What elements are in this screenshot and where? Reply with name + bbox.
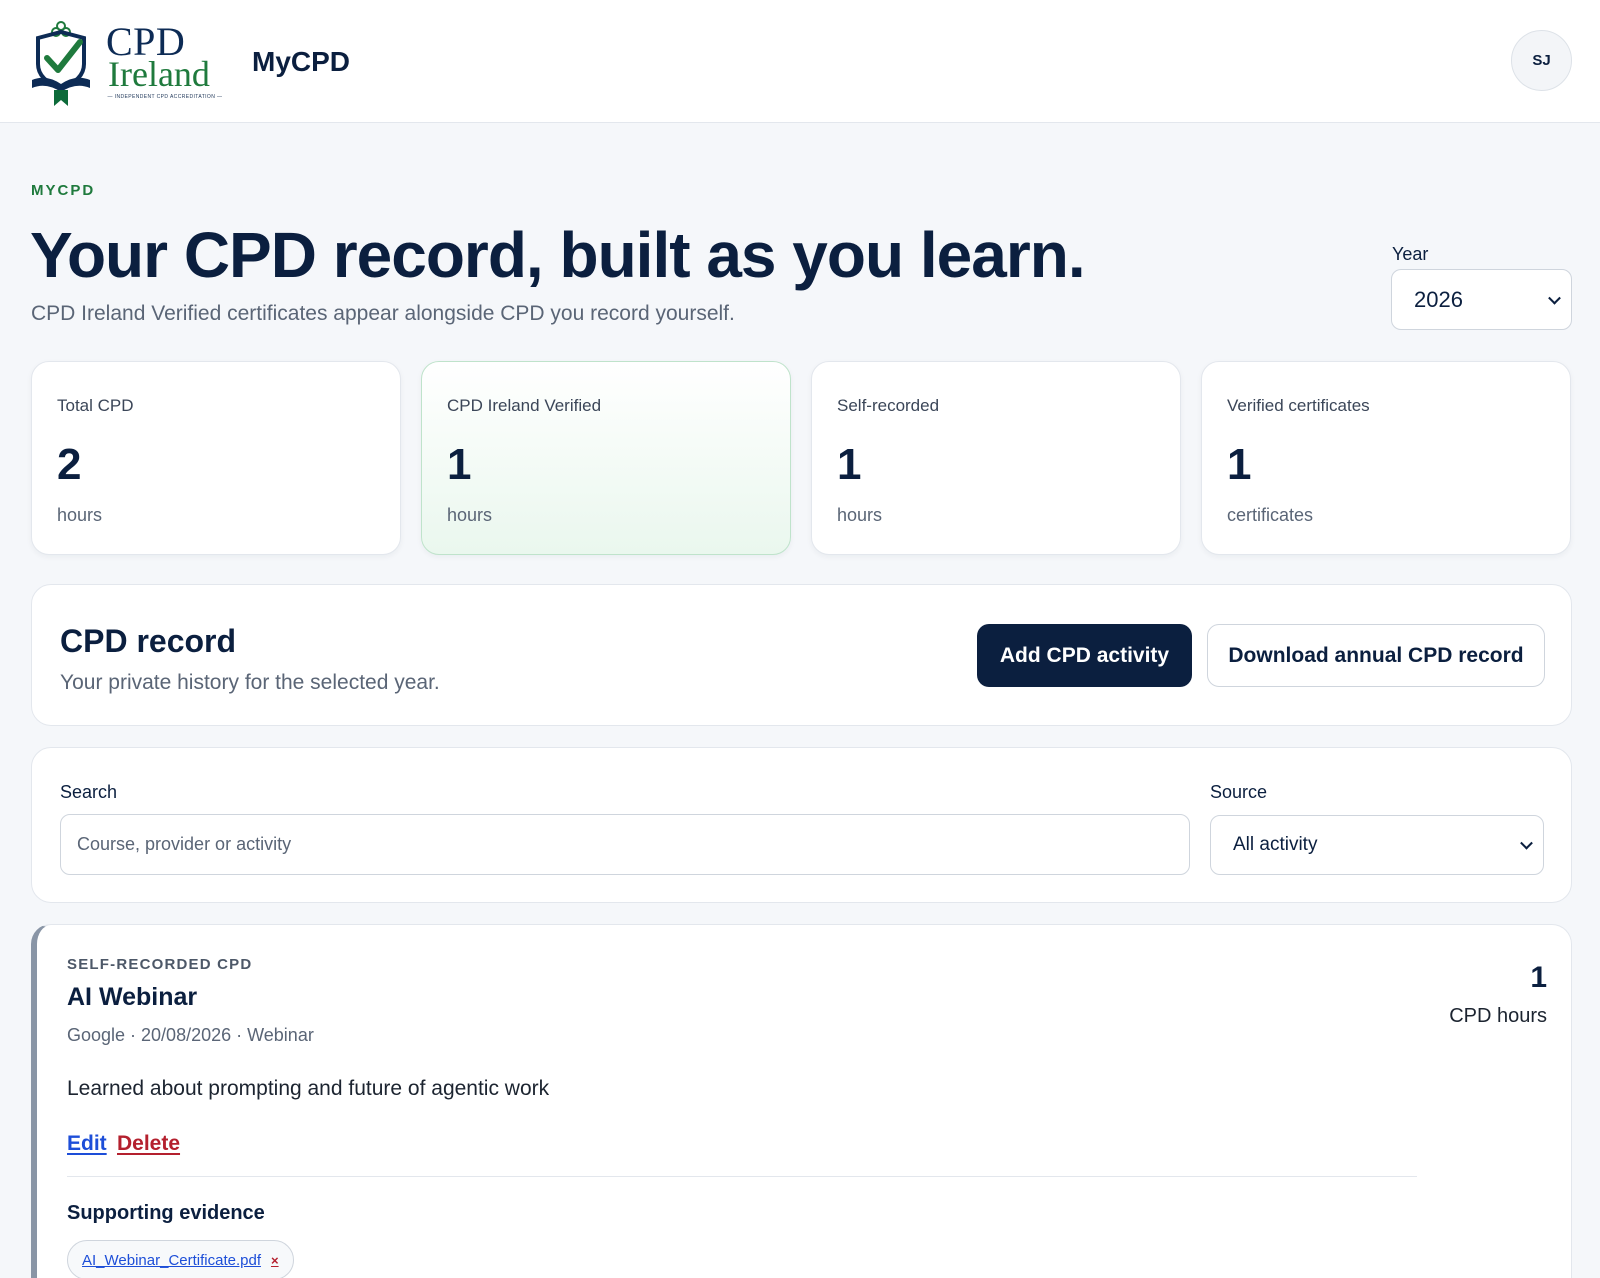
cpd-ireland-crest-icon [32,21,90,106]
cpd-record-panel: CPD record Your private history for the … [31,584,1572,726]
evidence-file-link[interactable]: AI_Webinar_Certificate.pdf [82,1252,261,1269]
activity-hours-value: 1 [1530,961,1547,994]
page-eyebrow: MYCPD [31,182,96,199]
top-bar: CPD Ireland — INDEPENDENT CPD ACCREDITAT… [0,0,1600,123]
stat-value: 2 [57,440,82,489]
stat-label: Total CPD [57,396,134,415]
stat-unit: hours [57,505,103,525]
source-select[interactable]: All activity [1210,815,1544,875]
activity-hours-label: CPD hours [1449,1005,1547,1027]
year-select[interactable]: 2026 [1391,269,1572,330]
delete-activity-link[interactable]: Delete [117,1132,180,1156]
activity-card: SELF-RECORDED CPD AI Webinar Google · 20… [31,924,1572,1278]
cpd-record-title: CPD record [60,623,237,659]
user-avatar[interactable]: SJ [1511,30,1572,91]
stat-unit: certificates [1227,505,1314,525]
stat-card-verified-certificates: Verified certificates 1 certificates [1201,361,1571,555]
stat-value: 1 [447,440,472,489]
divider [67,1176,1417,1177]
source-label: Source [1210,782,1268,802]
activity-type-label: SELF-RECORDED CPD [67,956,253,973]
stat-card-self-recorded: Self-recorded 1 hours [811,361,1181,555]
search-input[interactable] [60,814,1190,875]
evidence-file-chip: AI_Webinar_Certificate.pdf × [67,1240,294,1278]
stat-label: CPD Ireland Verified [447,396,602,415]
app-name[interactable]: MyCPD [252,46,350,78]
year-label: Year [1392,244,1429,264]
source-select-value: All activity [1233,834,1318,855]
stat-label: Verified certificates [1227,396,1370,415]
activity-description: Learned about prompting and future of ag… [67,1077,550,1100]
page-title: Your CPD record, built as you learn. [30,219,1086,291]
logo-text-ireland: Ireland [108,54,210,94]
activity-meta: Google · 20/08/2026 · Webinar [67,1025,314,1045]
stat-label: Self-recorded [837,396,940,415]
add-cpd-activity-button[interactable]: Add CPD activity [977,624,1192,687]
activity-title: AI Webinar [67,983,198,1011]
year-select-value: 2026 [1414,286,1463,312]
supporting-evidence-title: Supporting evidence [67,1202,265,1224]
filter-panel: Search Source All activity [31,747,1572,903]
stat-unit: hours [837,505,883,525]
search-label: Search [60,782,118,802]
stat-card-total-cpd: Total CPD 2 hours [31,361,401,555]
logo-tagline: — INDEPENDENT CPD ACCREDITATION — [107,94,223,100]
page-subtitle: CPD Ireland Verified certificates appear… [31,302,735,325]
remove-evidence-icon[interactable]: × [271,1253,279,1268]
edit-activity-link[interactable]: Edit [67,1132,107,1156]
stat-value: 1 [1227,440,1252,489]
chevron-down-icon [1520,836,1533,850]
stat-card-verified: CPD Ireland Verified 1 hours [421,361,791,555]
chevron-down-icon [1548,291,1561,305]
stat-unit: hours [447,505,493,525]
cpd-record-subtitle: Your private history for the selected ye… [60,671,440,694]
stat-value: 1 [837,440,862,489]
download-annual-record-button[interactable]: Download annual CPD record [1207,624,1545,687]
cpd-ireland-logo[interactable]: CPD Ireland — INDEPENDENT CPD ACCREDITAT… [30,18,235,106]
